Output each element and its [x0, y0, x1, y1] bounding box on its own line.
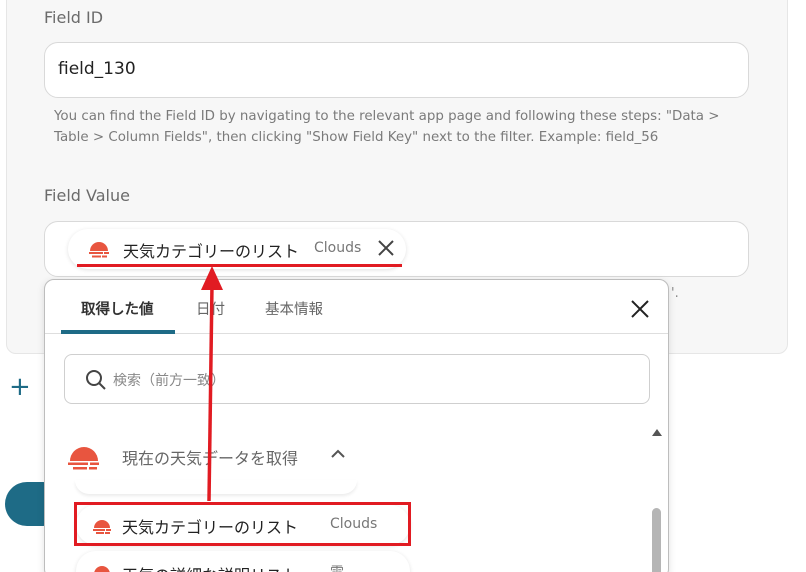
tab-basic-info[interactable]: 基本情報 [265, 298, 323, 319]
weather-cloud-icon [94, 566, 110, 572]
close-icon[interactable] [629, 298, 651, 320]
field-value-chip[interactable]: 天気カテゴリーのリスト Clouds [68, 229, 406, 269]
page: Field ID field_130 You can find the Fiel… [0, 0, 806, 572]
field-id-input[interactable]: field_130 [44, 42, 749, 98]
search-icon [86, 370, 106, 390]
group-label: 現在の天気データを取得 [122, 449, 299, 468]
tab-retrieved-values[interactable]: 取得した値 [81, 298, 154, 319]
list-item[interactable]: 天気の詳細な説明リスト 雲 [76, 551, 410, 572]
field-id-help-text: You can find the Field ID by navigating … [54, 109, 720, 145]
chip-highlight-underline [77, 264, 402, 267]
value-picker-panel: 取得した値 日付 基本情報 検索（前方一致） 現在の天気データを取得 天気カテゴ… [44, 279, 669, 572]
scrollbar-thumb[interactable] [652, 508, 661, 572]
list-item-sub-label: 雲 [330, 562, 344, 572]
field-value-label: Field Value [44, 186, 130, 205]
list-item-label: 天気カテゴリーのリスト [122, 518, 299, 537]
active-tab-indicator [61, 330, 175, 334]
list-item-sub-label: Clouds [330, 516, 378, 532]
weather-cloud-icon [93, 520, 111, 534]
search-input[interactable]: 検索（前方一致） [64, 354, 650, 404]
group-header[interactable]: 現在の天気データを取得 [67, 438, 387, 474]
remove-chip-icon[interactable] [376, 238, 396, 258]
panel-tabs: 取得した値 日付 基本情報 [45, 280, 668, 334]
chip-label: 天気カテゴリーのリスト [123, 242, 300, 261]
list-item[interactable]: 天気カテゴリーのリスト Clouds [76, 505, 410, 545]
field-id-value: field_130 [58, 59, 136, 79]
weather-cloud-icon [68, 447, 99, 470]
weather-cloud-icon [89, 242, 109, 258]
tab-date[interactable]: 日付 [196, 298, 225, 319]
chevron-up-icon [331, 449, 345, 458]
field-value-trailing-text: '. [671, 286, 679, 301]
list-item-label: 天気の詳細な説明リスト [122, 562, 298, 572]
add-icon[interactable]: + [9, 372, 31, 402]
search-placeholder: 検索（前方一致） [113, 373, 225, 389]
scroll-up-arrow[interactable] [652, 429, 662, 436]
chip-sub-label: Clouds [314, 240, 362, 256]
list-item-edge [75, 480, 357, 494]
field-id-label: Field ID [44, 8, 104, 27]
